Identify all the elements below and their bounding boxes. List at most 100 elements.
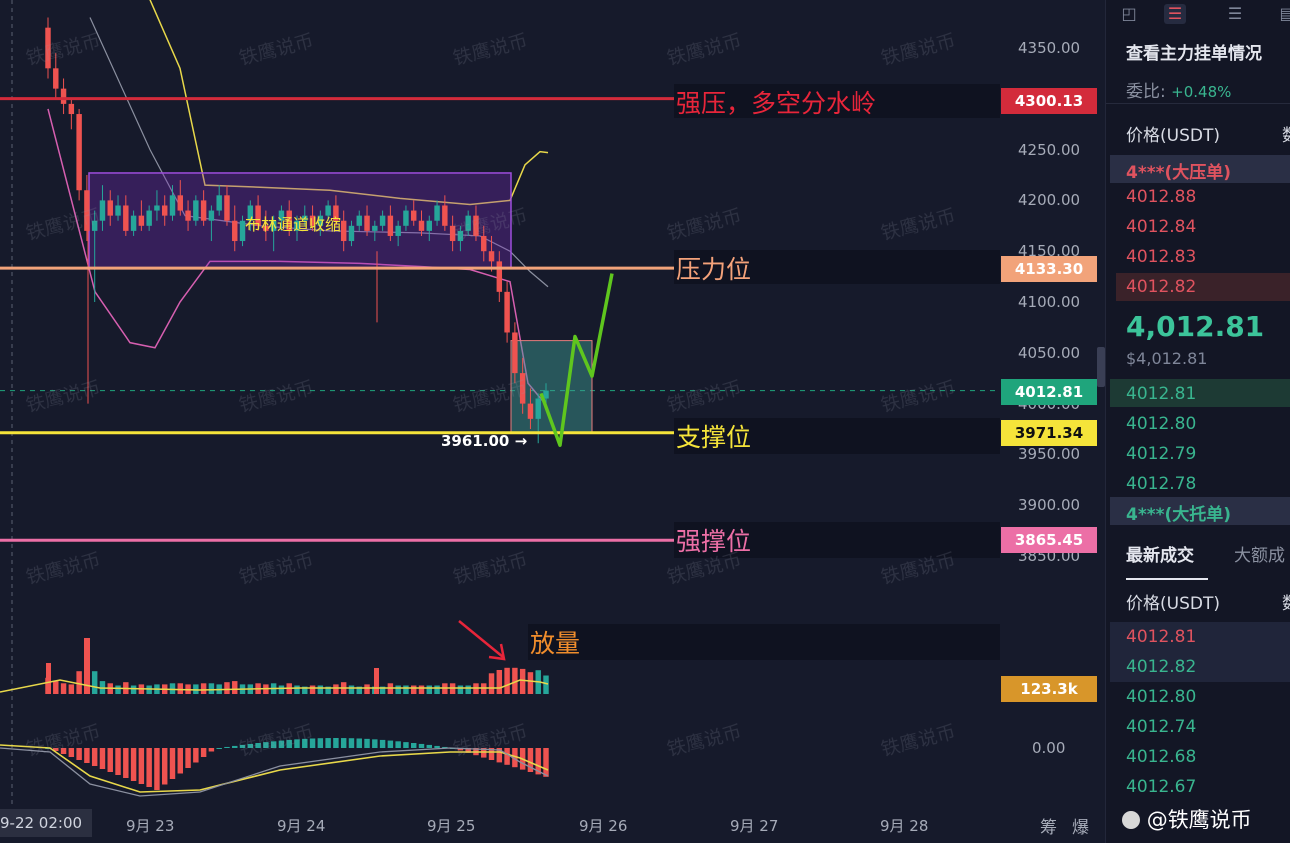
volume-bar (333, 684, 339, 694)
volume-bar (418, 685, 425, 694)
macd-histogram-bar (138, 748, 145, 784)
red-arrow-icon (458, 620, 506, 661)
candle-body (496, 261, 503, 292)
annotation-volume-surge: 放量 (530, 629, 581, 658)
volume-bar (504, 667, 510, 694)
macd-histogram-bar (247, 743, 254, 748)
macd-histogram-bar (270, 741, 277, 748)
ask-row[interactable]: 4012.83 (1126, 247, 1196, 267)
macd-histogram-bar (161, 748, 168, 785)
volume-bar (200, 683, 207, 694)
grid-view-icon[interactable]: ▤ (1276, 4, 1290, 24)
trade-row: 4012.68 (1126, 747, 1197, 767)
credit-watermark: @铁鹰说币 (1122, 804, 1252, 834)
col-price-header: 价格(USDT) (1126, 126, 1220, 146)
x-tick-9-24: 9月 24 (277, 817, 326, 835)
x-tick-9-25: 9月 25 (427, 817, 476, 835)
col-amount-header: 数 (1282, 121, 1290, 146)
macd-histogram-bar (107, 748, 113, 772)
level-tag-4133: 4133.30 (1001, 256, 1097, 282)
x-axis-start-label: 9-22 02:00 (0, 809, 92, 837)
trade-row: 4012.80 (1126, 687, 1197, 707)
y-tick-label: 4050.00 (1018, 343, 1081, 362)
bid-row[interactable]: 4012.81 (1126, 384, 1196, 404)
candle-body (138, 215, 145, 226)
macd-histogram-bar (340, 738, 347, 748)
level-tag-4300: 4300.13 (1001, 88, 1097, 114)
candle-body (224, 195, 230, 221)
trade-row: 4012.67 (1126, 777, 1197, 797)
macd-histogram-bar (200, 748, 207, 757)
orderbook-view-icon[interactable]: ☰ (1164, 4, 1186, 24)
ask-row[interactable]: 4012.84 (1126, 217, 1196, 237)
liquidation-button[interactable]: 爆 (1072, 813, 1089, 838)
macd-histogram-bar (379, 739, 386, 748)
macd-histogram-bar (239, 744, 246, 748)
macd-histogram-bar (208, 748, 215, 752)
low-marker: 3961.00 → (441, 432, 528, 450)
annotation-strong-support: 强撑位 (676, 527, 752, 556)
volume-bar (488, 673, 495, 694)
candle-body (200, 200, 207, 221)
candle-body (130, 215, 137, 231)
candle-body (161, 205, 168, 216)
macd-histogram-bar (294, 739, 300, 748)
tab-large-trades[interactable]: 大额成 (1234, 541, 1285, 566)
bid-row[interactable]: 4012.80 (1126, 414, 1196, 434)
macd-histogram-bar (387, 740, 394, 748)
volume-bar (309, 685, 316, 694)
volume-bar (395, 685, 401, 694)
volume-bar (527, 672, 534, 694)
candle-body (146, 210, 152, 226)
candle-body (53, 68, 59, 89)
y-tick-label: 3900.00 (1018, 496, 1081, 515)
macd-histogram-bar (91, 748, 98, 766)
order-book-panel: ◰ ☰ ☰ ▤ 查看主力挂单情况 委比: +0.48% 价格(USDT) 数 4… (1105, 0, 1290, 843)
volume-bar (130, 685, 137, 694)
candle-body (340, 220, 347, 242)
candle-body (123, 205, 129, 231)
bid-ask-ratio: 委比: +0.48% (1126, 82, 1232, 102)
volume-bar (496, 670, 503, 694)
bid-row[interactable]: 4012.79 (1126, 444, 1196, 464)
big-bid-row[interactable]: 4***(大托单) (1126, 500, 1231, 525)
list-view-icon[interactable]: ☰ (1224, 4, 1246, 24)
col-price-header-2: 价格(USDT) (1126, 594, 1220, 614)
candle-body (216, 195, 222, 211)
bollinger-squeeze-label: 布林通道收缩 (245, 215, 342, 234)
candle-body (372, 225, 378, 231)
candle-body (403, 210, 409, 226)
candle-body (535, 398, 541, 419)
volume-bar (317, 685, 324, 694)
candle-body (208, 210, 215, 221)
candle-body (107, 200, 113, 216)
chips-button[interactable]: 筹 (1040, 813, 1057, 838)
ask-row[interactable]: 4012.88 (1126, 187, 1196, 207)
volume-bar (115, 685, 121, 694)
annotation-strong-resistance: 强压，多空分水岭 (676, 89, 877, 118)
macd-histogram-bar (68, 748, 75, 757)
volume-bar (68, 684, 75, 694)
candle-body (418, 220, 425, 231)
candle-body (481, 235, 487, 252)
volume-bar (53, 681, 59, 694)
macd-histogram-bar (263, 742, 269, 748)
volume-bar (278, 685, 285, 694)
volume-bar (543, 675, 549, 694)
candle-body (442, 205, 448, 226)
y-tick-label: 4100.00 (1018, 293, 1081, 311)
tab-latest-trades[interactable]: 最新成交 (1126, 541, 1194, 566)
ask-row[interactable]: 4012.82 (1126, 277, 1196, 297)
macd-histogram-bar (278, 740, 285, 748)
candle-body (379, 215, 386, 226)
bid-row[interactable]: 4012.78 (1126, 474, 1196, 494)
macd-histogram-bar (418, 743, 425, 748)
layout-icon[interactable]: ◰ (1118, 4, 1140, 24)
macd-histogram-bar (216, 748, 222, 749)
macd-histogram-bar (76, 748, 82, 760)
macd-histogram-bar (372, 739, 378, 748)
big-ask-row[interactable]: 4***(大压单) (1126, 158, 1231, 183)
collapse-panel-button[interactable] (1097, 347, 1105, 387)
volume-bar (348, 685, 355, 694)
macd-histogram-bar (286, 739, 292, 748)
